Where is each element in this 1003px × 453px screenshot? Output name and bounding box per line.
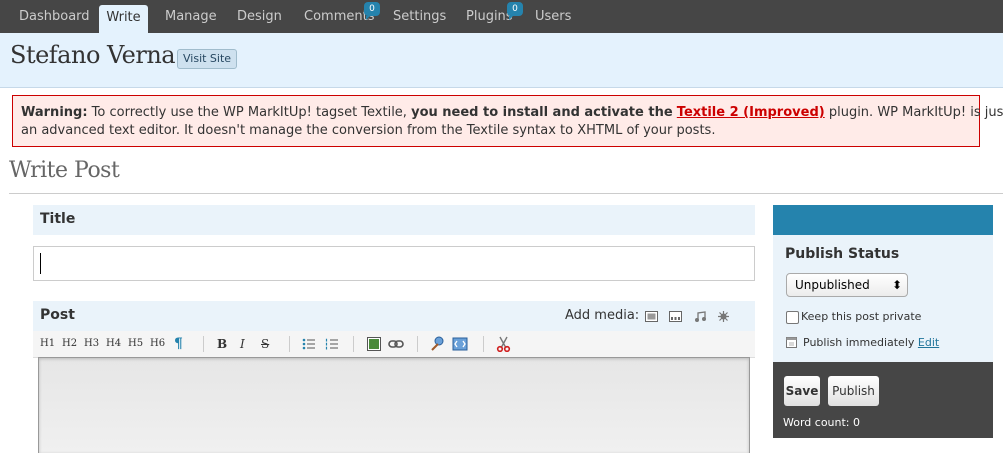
picture-icon[interactable] bbox=[367, 337, 381, 351]
add-media-label: Add media: bbox=[565, 308, 640, 323]
h4-button[interactable]: H4 bbox=[106, 336, 121, 352]
post-label: Post bbox=[40, 307, 75, 323]
post-content-textarea[interactable] bbox=[38, 357, 750, 453]
warning-text-line2: an advanced text editor. It doesn't mana… bbox=[21, 123, 716, 138]
publish-status-select[interactable]: Unpublished ⬍ bbox=[786, 273, 908, 297]
code-icon[interactable] bbox=[452, 336, 468, 352]
toolbar-separator bbox=[203, 336, 204, 352]
nav-users[interactable]: Users bbox=[535, 0, 571, 33]
numbered-list-icon[interactable] bbox=[325, 338, 339, 350]
publish-actions: Save Publish Word count: 0 bbox=[773, 362, 993, 438]
warning-label: Warning: bbox=[21, 105, 88, 120]
plugins-count-badge: 0 bbox=[507, 2, 523, 20]
admin-menu: Dashboard Write Manage Design Comments 0… bbox=[0, 0, 1003, 33]
publish-schedule: Publish immediately Edit bbox=[803, 336, 939, 349]
publish-immediately-text: Publish immediately bbox=[803, 336, 915, 349]
title-box-header: Title bbox=[33, 205, 755, 235]
bold-button[interactable]: B bbox=[217, 336, 227, 352]
quote-icon[interactable] bbox=[430, 336, 446, 352]
editor-toolbar: H1 H2 H3 H4 H5 H6 ¶ B I S bbox=[33, 331, 755, 358]
warning-text: To correctly use the WP MarkItUp! tagset… bbox=[91, 105, 407, 120]
paragraph-button[interactable]: ¶ bbox=[174, 336, 183, 352]
publish-status-title: Publish Status bbox=[785, 246, 900, 262]
h1-button[interactable]: H1 bbox=[40, 336, 55, 352]
save-button[interactable]: Save bbox=[784, 376, 820, 406]
bulleted-list-icon[interactable] bbox=[302, 338, 316, 350]
blog-name: Stefano Verna bbox=[10, 41, 176, 69]
add-image-icon[interactable] bbox=[645, 311, 658, 322]
toolbar-separator bbox=[483, 336, 484, 352]
clean-scissors-icon[interactable] bbox=[496, 336, 511, 352]
publish-box-header bbox=[773, 205, 993, 235]
h2-button[interactable]: H2 bbox=[62, 336, 77, 352]
toolbar-separator bbox=[353, 336, 354, 352]
nav-manage[interactable]: Manage bbox=[165, 0, 217, 33]
nav-dashboard[interactable]: Dashboard bbox=[19, 0, 90, 33]
comments-count-badge: 0 bbox=[364, 2, 380, 20]
keep-private-checkbox[interactable] bbox=[786, 311, 799, 324]
nav-settings[interactable]: Settings bbox=[393, 0, 446, 33]
toolbar-separator bbox=[289, 336, 290, 352]
add-audio-icon[interactable] bbox=[694, 311, 707, 322]
publish-box: Publish Status Unpublished ⬍ Keep this p… bbox=[773, 235, 993, 362]
text-caret bbox=[40, 253, 41, 274]
selected-status: Unpublished bbox=[795, 278, 870, 292]
toolbar-separator bbox=[417, 336, 418, 352]
add-media-icon[interactable] bbox=[717, 311, 730, 322]
italic-button[interactable]: I bbox=[240, 336, 245, 352]
nav-write[interactable]: Write bbox=[99, 5, 148, 33]
strike-button[interactable]: S bbox=[261, 336, 269, 352]
post-box-header: Post Add media: bbox=[33, 301, 755, 331]
edit-timestamp-link[interactable]: Edit bbox=[918, 336, 939, 349]
title-label: Title bbox=[40, 211, 76, 227]
keep-private-label: Keep this post private bbox=[801, 310, 922, 323]
warning-bold-text: you need to install and activate the bbox=[411, 105, 673, 120]
page-title: Write Post bbox=[9, 158, 120, 183]
warning-message: Warning: To correctly use the WP MarkItU… bbox=[12, 95, 1003, 147]
publish-button[interactable]: Publish bbox=[828, 376, 879, 406]
h5-button[interactable]: H5 bbox=[128, 336, 143, 352]
visit-site-button[interactable]: Visit Site bbox=[177, 49, 238, 69]
warning-text-cont: plugin. WP MarkItUp! is just bbox=[828, 105, 1003, 120]
nav-design[interactable]: Design bbox=[237, 0, 282, 33]
textile-plugin-link[interactable]: Textile 2 (Improved) bbox=[677, 105, 825, 120]
divider bbox=[9, 193, 1003, 194]
word-count: Word count: 0 bbox=[783, 416, 861, 429]
select-arrows-icon: ⬍ bbox=[891, 278, 902, 292]
calendar-icon bbox=[786, 337, 797, 348]
blog-header: Stefano Verna Visit Site bbox=[0, 33, 1003, 88]
h3-button[interactable]: H3 bbox=[84, 336, 99, 352]
nav-plugins[interactable]: Plugins bbox=[466, 0, 513, 33]
h6-button[interactable]: H6 bbox=[150, 336, 165, 352]
link-icon[interactable] bbox=[388, 339, 404, 349]
title-input[interactable] bbox=[33, 246, 755, 281]
add-video-icon[interactable] bbox=[669, 311, 682, 322]
